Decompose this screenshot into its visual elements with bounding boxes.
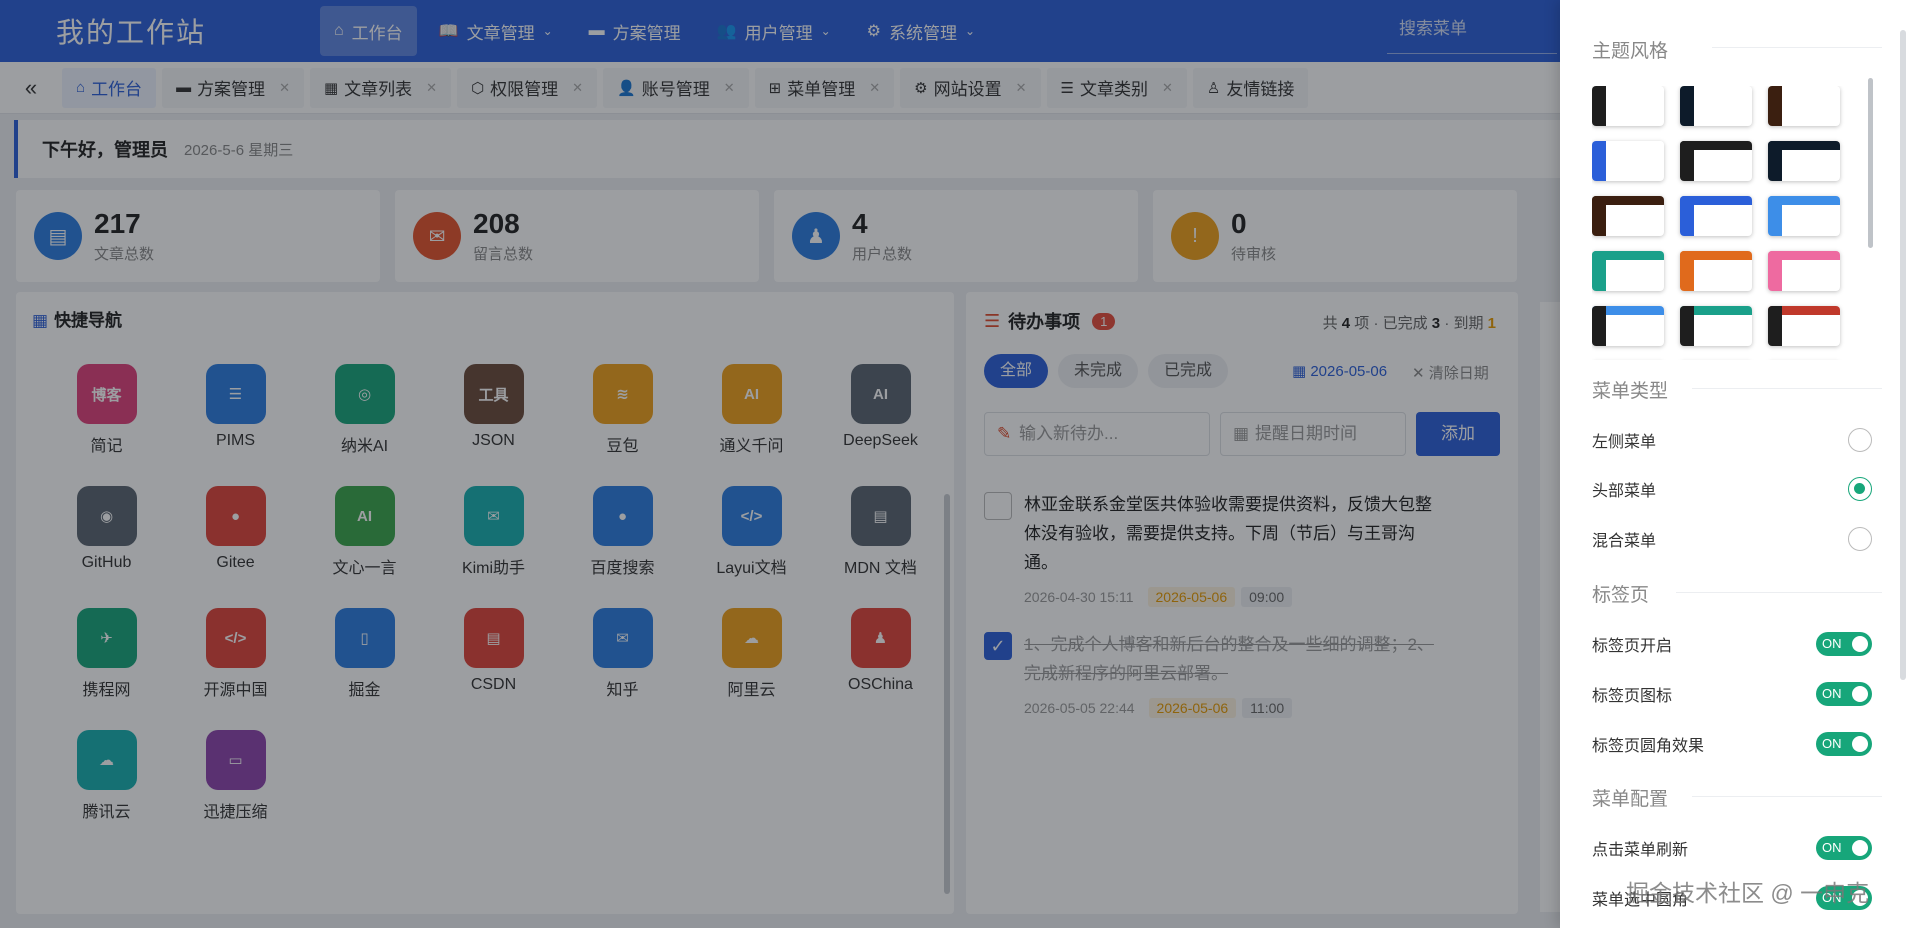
scrollbar[interactable] — [1868, 78, 1873, 248]
option-label: 左侧菜单 — [1592, 434, 1657, 451]
radio-button[interactable] — [1848, 527, 1872, 551]
swatch-sidebar — [1768, 306, 1782, 346]
tab-option-enable: 标签页开启 ON — [1592, 629, 1872, 659]
theme-section-title: 主题风格 — [1592, 41, 1669, 62]
swatch-sidebar — [1592, 306, 1606, 346]
theme-swatch[interactable] — [1680, 86, 1752, 126]
tabs-section-title: 标签页 — [1592, 585, 1650, 606]
swatch-sidebar — [1680, 251, 1694, 291]
swatch-sidebar — [1680, 306, 1694, 346]
option-label: 标签页圆角效果 — [1592, 738, 1705, 755]
divider — [1692, 796, 1882, 797]
tab-option-rounded: 标签页圆角效果 ON — [1592, 729, 1872, 759]
menu-type-mixed[interactable]: 混合菜单 — [1592, 524, 1872, 554]
theme-swatch[interactable] — [1592, 306, 1664, 346]
menu-type-top[interactable]: 头部菜单 — [1592, 474, 1872, 504]
theme-swatch-grid — [1592, 86, 1860, 360]
toggle-switch[interactable]: ON — [1816, 732, 1872, 756]
menu-config-title: 菜单配置 — [1592, 789, 1669, 810]
swatch-sidebar — [1768, 86, 1782, 126]
theme-swatch[interactable] — [1680, 196, 1752, 236]
toggle-switch[interactable]: ON — [1816, 682, 1872, 706]
swatch-sidebar — [1592, 251, 1606, 291]
swatch-sidebar — [1768, 141, 1782, 181]
radio-button[interactable] — [1848, 428, 1872, 452]
theme-swatch[interactable] — [1680, 306, 1752, 346]
swatch-sidebar — [1592, 196, 1606, 236]
toggle-switch[interactable]: ON — [1816, 632, 1872, 656]
theme-swatch[interactable] — [1592, 196, 1664, 236]
divider — [1712, 47, 1882, 48]
modal-overlay[interactable] — [0, 0, 1560, 928]
swatch-sidebar — [1592, 141, 1606, 181]
menu-option-refresh: 点击菜单刷新 ON — [1592, 833, 1872, 863]
theme-swatch[interactable] — [1680, 251, 1752, 291]
tab-option-icon: 标签页图标 ON — [1592, 679, 1872, 709]
option-label: 点击菜单刷新 — [1592, 842, 1689, 859]
theme-swatch[interactable] — [1592, 86, 1664, 126]
menu-type-left[interactable]: 左侧菜单 — [1592, 425, 1872, 455]
theme-swatch[interactable] — [1768, 141, 1840, 181]
swatch-sidebar — [1680, 141, 1694, 181]
swatch-sidebar — [1592, 86, 1606, 126]
option-label: 头部菜单 — [1592, 483, 1657, 500]
swatch-sidebar — [1680, 86, 1694, 126]
swatch-sidebar — [1768, 196, 1782, 236]
menu-type-title: 菜单类型 — [1592, 381, 1669, 402]
theme-swatch[interactable] — [1592, 141, 1664, 181]
theme-swatch[interactable] — [1768, 196, 1840, 236]
radio-button-selected[interactable] — [1848, 477, 1872, 501]
toggle-switch[interactable]: ON — [1816, 836, 1872, 860]
divider — [1692, 388, 1882, 389]
scrollbar[interactable] — [1900, 30, 1906, 680]
theme-swatch[interactable] — [1768, 86, 1840, 126]
watermark-text: 掘金技术社区 @ 一申克 — [1626, 880, 1870, 906]
theme-swatch[interactable] — [1768, 306, 1840, 346]
option-label: 混合菜单 — [1592, 533, 1657, 550]
option-label: 标签页图标 — [1592, 688, 1673, 705]
option-label: 标签页开启 — [1592, 638, 1673, 655]
swatch-sidebar — [1768, 251, 1782, 291]
divider — [1676, 592, 1882, 593]
theme-swatch[interactable] — [1680, 141, 1752, 181]
theme-swatch[interactable] — [1768, 251, 1840, 291]
theme-swatch[interactable] — [1592, 251, 1664, 291]
settings-drawer: 主题风格 菜单类型 左侧菜单 头部菜单 混合菜单 标签页 标签页开启 ON 标签页… — [1560, 0, 1910, 928]
swatch-sidebar — [1680, 196, 1694, 236]
